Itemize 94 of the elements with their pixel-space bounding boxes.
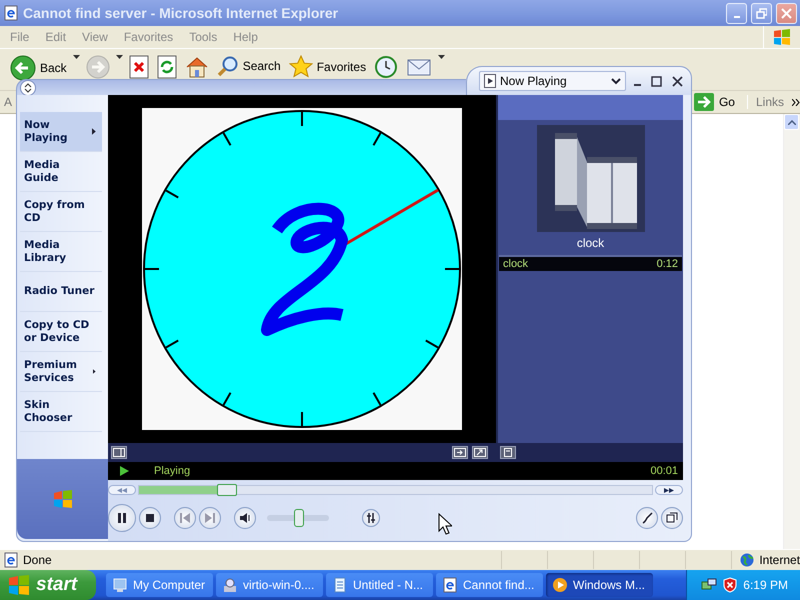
security-zone: Internet xyxy=(759,553,800,567)
player-icon xyxy=(552,577,568,593)
windows-flag-icon xyxy=(773,29,791,45)
player-menu-item[interactable]: Radio Tuner xyxy=(20,272,102,312)
scroll-up-button[interactable] xyxy=(784,114,799,130)
player-menu-item[interactable]: Media Library xyxy=(20,232,102,272)
fast-forward-icon xyxy=(664,488,674,492)
previous-button[interactable] xyxy=(174,507,196,529)
expand-button[interactable] xyxy=(20,80,36,96)
skin-mode-button[interactable] xyxy=(636,507,658,529)
mute-button[interactable] xyxy=(234,507,256,529)
next-button[interactable] xyxy=(199,507,221,529)
volume-thumb[interactable] xyxy=(294,509,304,527)
minimize-icon xyxy=(634,84,641,86)
house-icon xyxy=(184,55,209,79)
restore-button[interactable] xyxy=(751,2,772,24)
taskbar-button[interactable]: My Computer xyxy=(106,573,213,597)
fit-video-button[interactable] xyxy=(452,446,468,459)
browser-page-icon xyxy=(3,5,19,21)
right-arrow-icon xyxy=(694,93,714,111)
equalizer-icon xyxy=(365,512,377,524)
close-icon xyxy=(672,76,683,86)
globe-icon xyxy=(740,553,754,567)
chevron-down-icon xyxy=(611,78,621,84)
playlist-icon xyxy=(502,448,514,457)
playlist-row[interactable]: clock 0:12 xyxy=(499,255,682,271)
view-dropdown[interactable]: Now Playing xyxy=(479,71,626,91)
refresh-button[interactable] xyxy=(154,55,179,79)
video-panel-button[interactable] xyxy=(111,446,127,459)
monitor-icon xyxy=(112,577,128,593)
mouse-pointer-icon xyxy=(438,513,452,535)
star-icon xyxy=(288,55,313,79)
full-screen-icon xyxy=(474,448,486,457)
player-menu-item[interactable]: Media Guide xyxy=(20,152,102,192)
status-text: Done xyxy=(23,553,52,567)
next-icon xyxy=(204,512,216,524)
close-icon xyxy=(781,8,792,18)
windows-flag-icon xyxy=(8,575,30,595)
taskbar-button[interactable]: Cannot find... xyxy=(436,573,543,597)
chevron-icon xyxy=(792,98,800,106)
search-button[interactable]: Search xyxy=(214,55,283,77)
scrollbar[interactable] xyxy=(783,114,800,549)
browser-page-icon xyxy=(442,577,458,593)
seek-thumb[interactable] xyxy=(217,484,238,496)
up-down-icon xyxy=(24,82,32,92)
previous-icon xyxy=(179,512,191,524)
maximize-icon xyxy=(651,76,662,86)
skin-mode-icon xyxy=(641,512,653,524)
pause-icon xyxy=(116,512,128,524)
player-menu-item[interactable]: Now Playing xyxy=(20,112,102,152)
links-label[interactable]: Links xyxy=(756,95,784,109)
taskbar-button[interactable]: Untitled - N... xyxy=(326,573,433,597)
fast-forward-button[interactable] xyxy=(655,485,683,495)
play-page-icon xyxy=(484,74,496,88)
magnifier-icon xyxy=(216,55,239,77)
elapsed-time: 00:01 xyxy=(650,465,678,477)
album-caption: clock xyxy=(576,236,606,250)
close-button[interactable] xyxy=(670,76,685,86)
windows-flag-icon xyxy=(52,490,72,508)
address-label: A xyxy=(4,95,12,109)
favorites-button[interactable]: Favorites xyxy=(286,55,368,79)
installer-icon xyxy=(222,577,238,593)
playback-state: Playing xyxy=(154,465,192,477)
compact-mode-icon xyxy=(666,512,678,524)
page-refresh-icon xyxy=(156,55,177,79)
compact-mode-button[interactable] xyxy=(661,507,683,529)
volume-slider[interactable] xyxy=(267,509,329,527)
rewind-button[interactable] xyxy=(108,485,136,495)
player-menu-item[interactable]: Copy from CD xyxy=(20,192,102,232)
up-caret-icon xyxy=(788,120,796,124)
clock-time: 6:19 PM xyxy=(743,578,788,592)
page-cross-icon xyxy=(128,55,149,79)
video-panel-icon xyxy=(113,448,125,457)
notepad-icon xyxy=(332,577,348,593)
minimize-icon xyxy=(734,16,740,18)
full-screen-button[interactable] xyxy=(472,446,488,459)
window-title: Cannot find server - Microsoft Internet Explorer xyxy=(23,5,340,21)
stop-button[interactable] xyxy=(139,507,161,529)
taskbar-button[interactable]: Windows M... xyxy=(546,573,653,597)
playlist-button[interactable] xyxy=(500,446,516,459)
shield-icon xyxy=(723,577,738,593)
maximize-button[interactable] xyxy=(649,76,664,86)
start-button[interactable]: start xyxy=(0,570,96,600)
mute-icon xyxy=(239,512,251,524)
rewind-icon xyxy=(117,488,127,492)
taskbar-button[interactable]: virtio-win-0.... xyxy=(216,573,323,597)
player-menu-item[interactable]: Skin Chooser xyxy=(20,392,102,432)
equalizer-button[interactable] xyxy=(362,509,380,527)
player-menu-item[interactable]: Copy to CD or Device xyxy=(20,312,102,352)
stop-icon xyxy=(144,512,156,524)
fit-video-icon xyxy=(454,448,466,457)
player-menu-item[interactable]: Premium Services xyxy=(20,352,102,392)
pause-button[interactable] xyxy=(108,504,136,532)
restore-icon xyxy=(756,8,767,18)
